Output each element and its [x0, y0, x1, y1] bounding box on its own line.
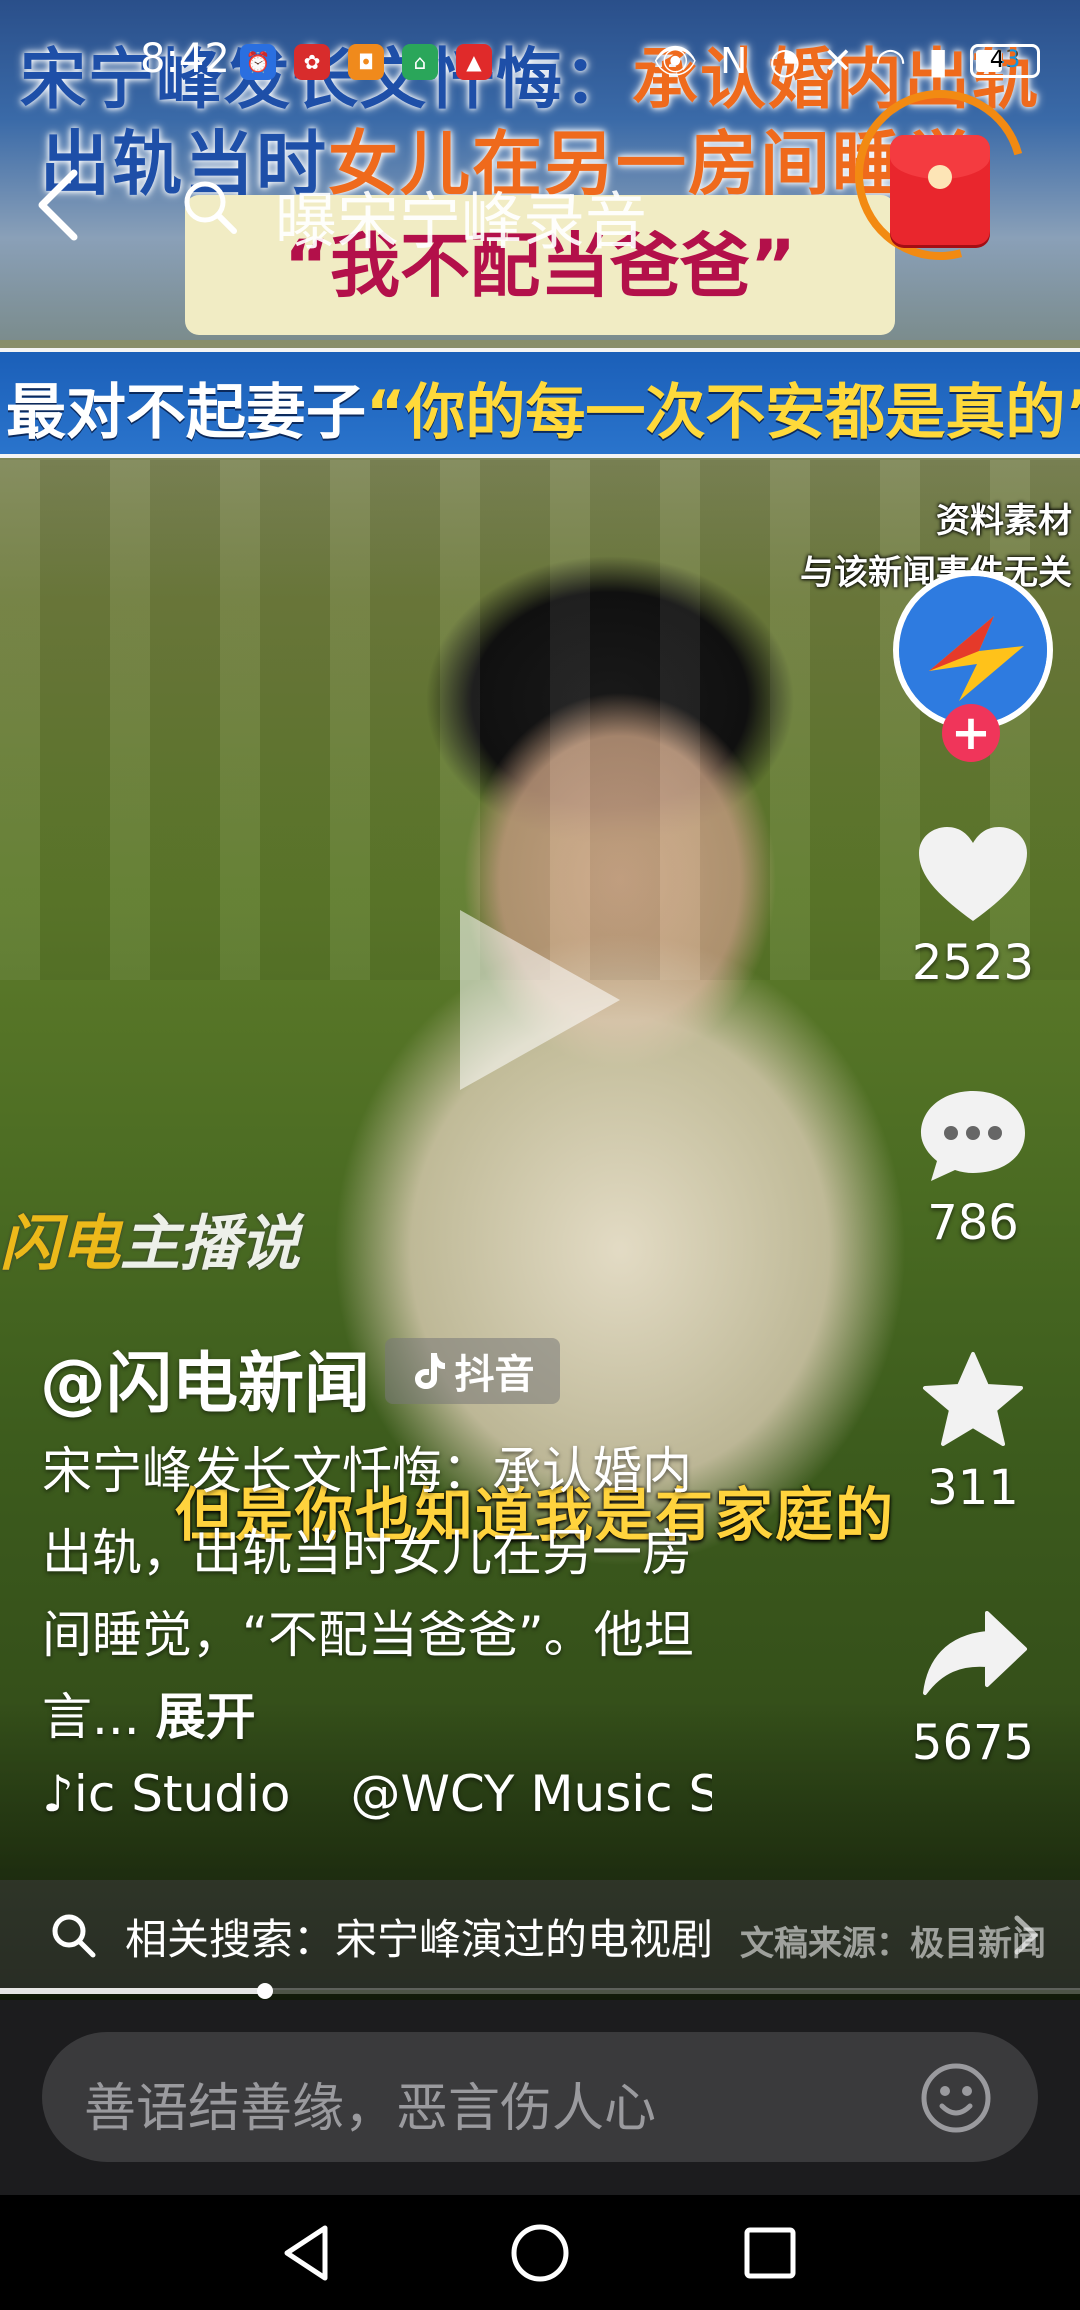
heart-icon — [919, 827, 1027, 921]
like-count: 2523 — [911, 935, 1035, 991]
red-app-icon: ▲ — [456, 44, 492, 80]
alarm-icon: ◔ — [769, 40, 801, 82]
comment-placeholder: 善语结善缘，恶言伤人心 — [84, 2079, 657, 2139]
like-button[interactable]: 2523 — [893, 825, 1053, 991]
chevron-left-icon — [38, 169, 78, 241]
description-text: 宋宁峰发长文忏悔：承认婚内出轨，出轨当时女儿在另一房间睡觉，“不配当爸爸”。他坦… — [42, 1442, 694, 1746]
nav-back-icon[interactable] — [275, 2220, 341, 2286]
nfc-icon: N — [720, 40, 748, 82]
comment-icon — [921, 1091, 1025, 1181]
nav-home-icon[interactable] — [507, 2220, 573, 2286]
back-button[interactable] — [30, 165, 90, 245]
mute-icon: ✕ — [822, 40, 853, 82]
signal-icon: ▮ — [928, 40, 948, 82]
music-note-icon: ♪ — [42, 1765, 74, 1823]
alarm-app-icon: ⏰ — [240, 44, 276, 80]
music-marquee[interactable]: ♪ic Studio @WCY Music St — [42, 1765, 712, 1835]
play-icon[interactable] — [450, 900, 630, 1100]
search-icon — [52, 1914, 96, 1958]
status-time: 8:42 — [140, 36, 230, 82]
video-progress-fill — [0, 1988, 265, 1994]
post-description[interactable]: 宋宁峰发长文忏悔：承认婚内出轨，出轨当时女儿在另一房间睡觉，“不配当爸爸”。他坦… — [42, 1430, 702, 1758]
favorite-count: 311 — [927, 1460, 1019, 1516]
wifi-icon: ◠ — [874, 40, 907, 82]
search-bar[interactable]: 曝宋宁峰录音 — [180, 165, 740, 258]
banner-line-3: 最对不起妻子“你的每一次不安都是真的” — [6, 378, 1080, 448]
orange-app-icon: ◘ — [348, 44, 384, 80]
green-app-icon: ⌂ — [402, 44, 438, 80]
red-packet-icon[interactable] — [890, 135, 990, 245]
status-app-icons: ⏰ ✿ ◘ ⌂ ▲ — [240, 44, 492, 80]
huawei-app-icon: ✿ — [294, 44, 330, 80]
star-icon — [923, 1352, 1023, 1446]
expand-link[interactable]: 展开 — [156, 1688, 256, 1746]
source-notice-line-1: 资料素材 — [936, 501, 1072, 541]
comment-input[interactable]: 善语结善缘，恶言伤人心 — [42, 2032, 1038, 2162]
article-source: 文稿来源：极目新闻 — [740, 1924, 1046, 1964]
platform-tag: 抖音 — [385, 1338, 560, 1404]
battery-icon: 43 — [970, 44, 1040, 78]
banner-strip: 最对不起妻子“你的每一次不安都是真的” — [0, 348, 1080, 458]
follow-button[interactable]: + — [942, 704, 1000, 762]
battery-level: 43 — [989, 45, 1021, 73]
comment-count: 786 — [927, 1195, 1019, 1251]
share-count: 5675 — [911, 1715, 1035, 1771]
comment-button[interactable]: 786 — [893, 1085, 1053, 1251]
share-button[interactable]: 5675 — [893, 1605, 1053, 1771]
video-progress-handle[interactable] — [257, 1983, 273, 1999]
search-icon — [184, 181, 237, 234]
author-name[interactable]: @闪电新闻 — [40, 1330, 370, 1426]
search-query: 曝宋宁峰录音 — [275, 185, 648, 258]
favorite-button[interactable]: 311 — [893, 1350, 1053, 1516]
status-bar: 8:42 ⏰ ✿ ◘ ⌂ ▲ 👁 N ◔ ✕ ◠ ▮ 43 — [0, 28, 1080, 98]
share-arrow-icon — [923, 1611, 1027, 1695]
status-indicators: 👁 N ◔ ✕ ◠ ▮ 43 — [653, 40, 1040, 82]
channel-watermark: 闪电主播说 — [0, 1209, 300, 1279]
emoji-icon[interactable] — [920, 2062, 992, 2134]
chevron-right-icon — [1014, 1915, 1038, 1955]
related-search-bar[interactable]: 相关搜索：宋宁峰演过的电视剧 文稿来源：极目新闻 — [0, 1880, 1080, 1990]
nav-recents-icon[interactable] — [737, 2220, 803, 2286]
related-search-text: 相关搜索：宋宁峰演过的电视剧 — [125, 1915, 714, 1964]
eye-icon: 👁 — [652, 41, 699, 82]
comment-area: 善语结善缘，恶言伤人心 — [0, 2000, 1080, 2195]
music-track: ♪ic Studio — [42, 1765, 291, 1823]
music-note-icon — [414, 1353, 445, 1389]
music-artist: @WCY Music St — [350, 1765, 712, 1823]
platform-tag-label: 抖音 — [454, 1352, 535, 1398]
system-nav-bar — [0, 2195, 1080, 2310]
video-progress-bar[interactable] — [0, 1983, 1080, 1999]
